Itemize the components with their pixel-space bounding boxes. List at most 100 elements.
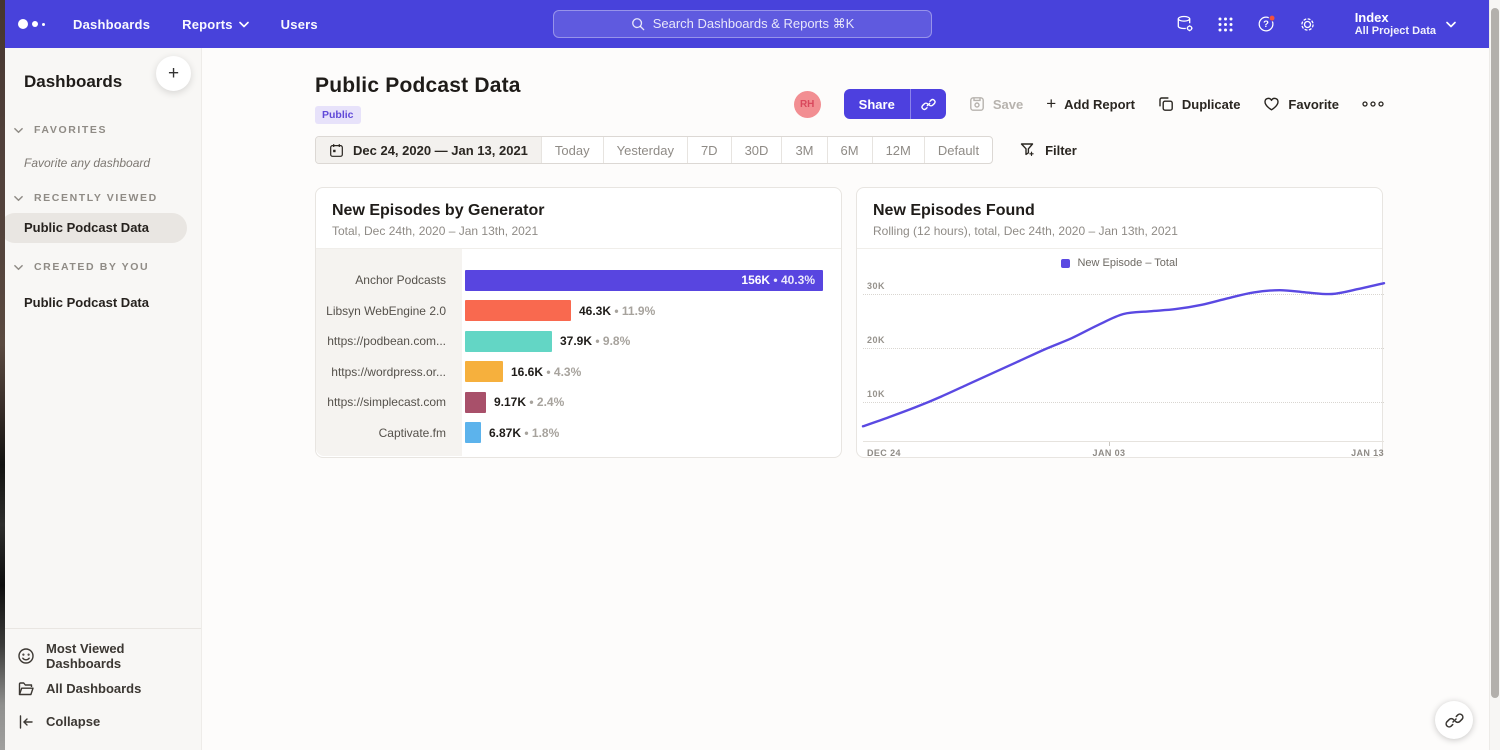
x-axis	[863, 441, 1384, 442]
line-chart-plot: 30K 20K 10K DEC 24 JAN 03 JAN 13	[863, 272, 1384, 442]
favorite-button[interactable]: Favorite	[1263, 96, 1339, 112]
date-range-label: Dec 24, 2020 — Jan 13, 2021	[353, 143, 528, 158]
bar-category-label: https://simplecast.com	[316, 387, 462, 418]
sidebar-item-public-podcast-data-created[interactable]: Public Podcast Data	[0, 295, 201, 310]
preset-yesterday[interactable]: Yesterday	[603, 137, 687, 163]
collapse-left-icon	[17, 713, 35, 731]
chevron-down-icon	[14, 194, 23, 203]
bar-value-label: 16.6K • 4.3%	[511, 365, 581, 379]
sidebar-section-favorites[interactable]: FAVORITES	[0, 124, 201, 136]
data-sources-icon[interactable]	[1175, 14, 1195, 34]
nav-item-users[interactable]: Users	[281, 17, 318, 32]
favorite-label: Favorite	[1288, 97, 1339, 112]
card-header: New Episodes by Generator Total, Dec 24t…	[316, 188, 841, 249]
bar-value-label: 37.9K • 9.8%	[560, 334, 630, 348]
brand-logo-icon[interactable]	[18, 19, 45, 29]
bar[interactable]	[465, 361, 503, 382]
share-button[interactable]: Share	[844, 89, 946, 119]
bar-category-label: Anchor Podcasts	[316, 265, 462, 296]
preset-today[interactable]: Today	[541, 137, 603, 163]
share-link-icon[interactable]	[911, 89, 946, 119]
card-subtitle: Rolling (12 hours), total, Dec 24th, 202…	[873, 224, 1366, 238]
legend-swatch	[1061, 259, 1070, 268]
card-title: New Episodes by Generator	[332, 202, 825, 220]
filter-label: Filter	[1045, 143, 1077, 158]
x-tick-label: JAN 03	[1093, 448, 1126, 458]
card-new-episodes-found: New Episodes Found Rolling (12 hours), t…	[856, 187, 1383, 458]
search-input[interactable]: Search Dashboards & Reports ⌘K	[553, 10, 932, 38]
most-viewed-dashboards-button[interactable]: Most Viewed Dashboards	[0, 639, 201, 672]
preset-30d[interactable]: 30D	[731, 137, 782, 163]
main-nav: Dashboards Reports Users	[73, 17, 318, 32]
all-dashboards-button[interactable]: All Dashboards	[0, 672, 201, 705]
chevron-down-icon	[239, 21, 249, 28]
footer-label: Most Viewed Dashboards	[46, 641, 201, 671]
filter-button[interactable]: Filter	[1020, 142, 1077, 158]
bar-chart: Anchor PodcastsLibsyn WebEngine 2.0https…	[316, 249, 841, 456]
workspace-switcher[interactable]: Index All Project Data	[1355, 10, 1456, 39]
nav-right: ? Index All Project Data	[1175, 0, 1456, 48]
add-dashboard-button[interactable]: +	[156, 56, 191, 91]
nav-item-reports[interactable]: Reports	[182, 17, 249, 32]
nav-label: Users	[281, 17, 318, 32]
smiley-icon	[17, 647, 35, 665]
search-placeholder: Search Dashboards & Reports ⌘K	[653, 16, 855, 32]
bar-chart-rows: 156K • 40.3% 46.3K • 11.9% 37.9K • 9.8% 16.…	[465, 265, 835, 448]
scrollbar-thumb[interactable]	[1491, 8, 1499, 698]
save-button[interactable]: Save	[969, 96, 1023, 112]
bar-row: 9.17K • 2.4%	[465, 387, 835, 418]
sidebar-section-created-by-you[interactable]: CREATED BY YOU	[0, 261, 201, 273]
bar[interactable]	[465, 422, 481, 443]
settings-gear-icon[interactable]	[1298, 14, 1318, 34]
calendar-icon	[329, 143, 344, 158]
filter-funnel-icon	[1020, 142, 1036, 158]
bar-row: 16.6K • 4.3%	[465, 357, 835, 388]
bar[interactable]	[465, 300, 571, 321]
search-icon	[631, 17, 645, 31]
bar[interactable]	[465, 392, 486, 413]
card-subtitle: Total, Dec 24th, 2020 – Jan 13th, 2021	[332, 224, 825, 238]
help-icon[interactable]: ?	[1257, 14, 1277, 34]
collapse-sidebar-button[interactable]: Collapse	[0, 705, 201, 738]
scrollbar-track[interactable]	[1489, 0, 1500, 750]
desktop-edge-strip	[0, 0, 5, 750]
heart-icon	[1263, 96, 1280, 112]
x-axis-tick	[1109, 442, 1110, 446]
duplicate-button[interactable]: Duplicate	[1158, 96, 1241, 112]
workspace-scope: All Project Data	[1355, 25, 1436, 38]
chevron-down-icon	[14, 126, 23, 135]
header-actions: RH Share Save + Add Report	[794, 89, 1384, 119]
copy-link-fab[interactable]	[1435, 701, 1473, 739]
link-icon	[1445, 711, 1464, 730]
date-range-picker[interactable]: Dec 24, 2020 — Jan 13, 2021	[316, 137, 541, 163]
avatar[interactable]: RH	[794, 91, 821, 118]
bar[interactable]	[465, 331, 552, 352]
preset-3m[interactable]: 3M	[781, 137, 826, 163]
add-report-label: Add Report	[1064, 97, 1135, 112]
preset-12m[interactable]: 12M	[872, 137, 924, 163]
sidebar-item-public-podcast-data[interactable]: Public Podcast Data	[0, 213, 187, 243]
preset-7d[interactable]: 7D	[687, 137, 731, 163]
more-options-button[interactable]	[1362, 101, 1384, 107]
add-report-button[interactable]: + Add Report	[1046, 97, 1135, 112]
apps-grid-icon[interactable]	[1216, 14, 1236, 34]
bar-row: 46.3K • 11.9%	[465, 296, 835, 327]
preset-default[interactable]: Default	[924, 137, 992, 163]
sidebar-section-recently-viewed[interactable]: RECENTLY VIEWED	[0, 192, 201, 204]
card-title: New Episodes Found	[873, 202, 1366, 220]
sidebar: Dashboards + FAVORITES Favorite any dash…	[0, 48, 202, 750]
bar-category-label: Libsyn WebEngine 2.0	[316, 296, 462, 327]
svg-text:?: ?	[1263, 19, 1269, 30]
bar-category-label: https://podbean.com...	[316, 326, 462, 357]
bar-value-label: 156K • 40.3%	[741, 273, 815, 287]
x-tick-label: JAN 13	[1351, 448, 1384, 458]
line-chart: New Episode – Total 30K 20K 10K	[857, 249, 1382, 456]
line-series[interactable]	[863, 272, 1384, 442]
preset-6m[interactable]: 6M	[827, 137, 872, 163]
nav-label: Dashboards	[73, 17, 150, 32]
bar-category-label: Captivate.fm	[316, 418, 462, 449]
bar[interactable]: 156K • 40.3%	[465, 270, 823, 291]
bar-category-label: https://wordpress.or...	[316, 357, 462, 388]
nav-item-dashboards[interactable]: Dashboards	[73, 17, 150, 32]
section-label: CREATED BY YOU	[34, 261, 149, 273]
